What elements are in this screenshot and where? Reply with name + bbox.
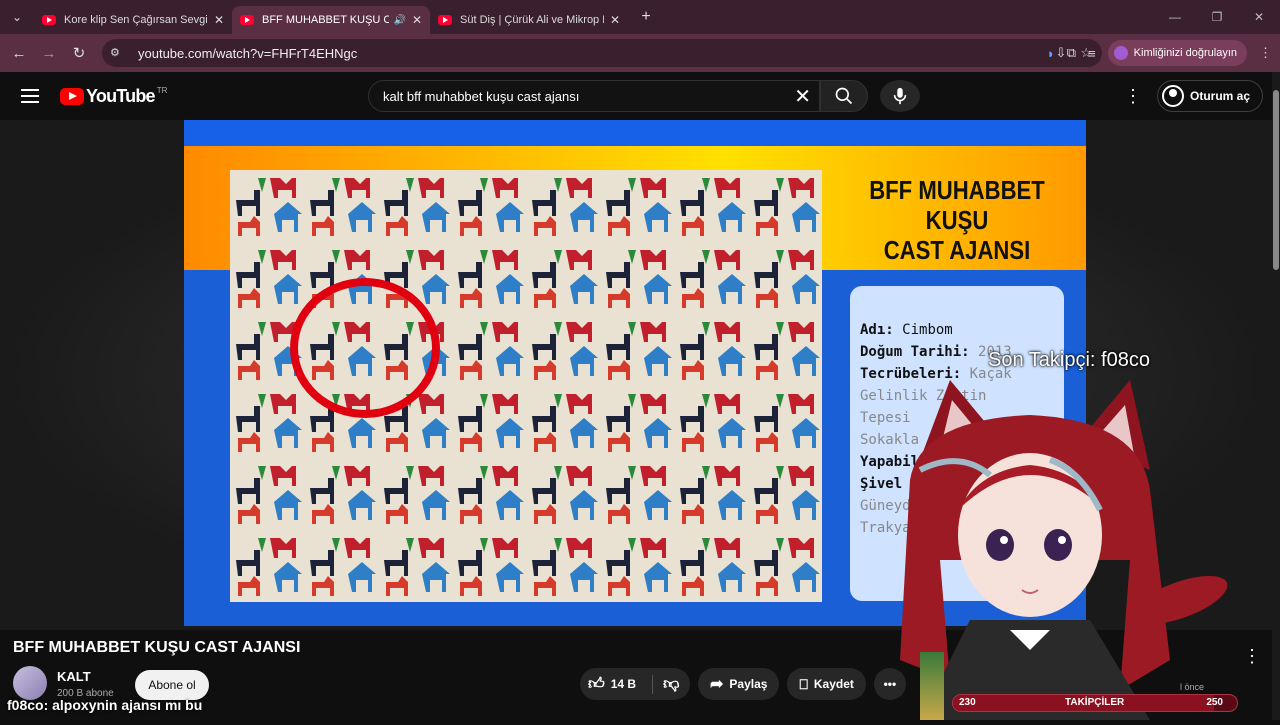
kilim-carpet-image — [230, 170, 822, 602]
card-top-band — [184, 120, 1086, 146]
browser-menu-kebab-icon[interactable]: ⋮ — [1259, 45, 1272, 61]
hamburger-menu-icon[interactable] — [21, 89, 39, 103]
tab-search-chevron-icon[interactable]: ⌄ — [0, 0, 34, 34]
search-box: ✕ — [368, 80, 820, 112]
close-window-icon[interactable]: ✕ — [1238, 0, 1280, 34]
side-thumbnail[interactable] — [920, 652, 944, 720]
clear-search-icon[interactable]: ✕ — [794, 84, 811, 109]
more-vertical-icon[interactable]: ⋮ — [1243, 646, 1261, 667]
youtube-favicon-icon — [42, 15, 56, 25]
extensions-puzzle-icon[interactable]: ⧉ — [1067, 45, 1076, 61]
save-label: Kaydet — [813, 677, 854, 691]
profile-avatar-icon — [1113, 46, 1128, 60]
region-code: TR — [156, 86, 168, 95]
action-bar: 👍︎ 14 B 👎︎ ➦ Paylaş ⎕ Kaydet ••• — [580, 668, 906, 700]
youtube-wordmark: YouTube — [86, 86, 156, 106]
time-ago-text: l önce — [1180, 682, 1205, 692]
red-highlight-circle — [290, 278, 440, 418]
reload-icon[interactable]: ↻ — [64, 44, 94, 62]
card-title-line2: CAST AJANSI — [883, 234, 1031, 265]
save-button[interactable]: ⎕ Kaydet — [787, 668, 866, 700]
youtube-header: YouTube TR ✕ ⋮ Oturum aç — [0, 72, 1280, 120]
scrollbar-thumb[interactable] — [1273, 90, 1279, 270]
more-horizontal-icon: ••• — [883, 677, 897, 691]
youtube-favicon-icon — [240, 15, 254, 25]
extension-tools: ◗ ⧉ ≡ Kimliğinizi doğrulayın ⋮ — [1047, 40, 1272, 66]
translate-extension-icon[interactable]: ◗ — [1047, 46, 1055, 61]
follower-goal-bar: 230 TAKİPÇİLER 250 — [952, 694, 1238, 712]
page-scrollbar[interactable] — [1272, 72, 1280, 720]
info-name-row: Adı: Cimbom — [860, 322, 953, 338]
card-title-line1: BFF MUHABBET KUŞU — [869, 175, 1045, 235]
card-title: BFF MUHABBET KUŞU CAST AJANSI — [851, 175, 1064, 266]
microphone-icon — [893, 87, 907, 105]
maximize-icon[interactable]: ❐ — [1196, 0, 1238, 34]
youtube-play-icon — [60, 88, 84, 105]
search-icon — [835, 87, 853, 105]
channel-name[interactable]: KALT — [57, 669, 91, 684]
channel-avatar[interactable] — [13, 666, 47, 700]
tab-title: BFF MUHABBET KUŞU CAST AJANSI — [262, 14, 390, 26]
goal-label: TAKİPÇİLER — [1065, 697, 1125, 708]
chat-nickname: f08co — [7, 697, 44, 713]
youtube-favicon-icon — [438, 15, 452, 25]
share-label: Paylaş — [729, 677, 768, 691]
profile-verify-button[interactable]: Kimliğinizi doğrulayın — [1107, 40, 1247, 66]
bookmark-icon: ⎕ — [799, 675, 808, 692]
browser-tab-3[interactable]: Süt Diş | Çürük Ali ve Mikrop Nam ✕ — [430, 6, 628, 34]
site-info-icon[interactable]: ⚙ — [110, 46, 126, 60]
share-button[interactable]: ➦ Paylaş — [698, 668, 780, 700]
goal-target: 250 — [1206, 697, 1223, 708]
tab-title: Süt Diş | Çürük Ali ve Mikrop Nam — [460, 14, 604, 26]
browser-tab-1[interactable]: Kore klip Sen Çağırsan Sevgilim ✕ — [34, 6, 232, 34]
share-arrow-icon: ➦ — [710, 676, 724, 693]
video-title: BFF MUHABBET KUŞU CAST AJANSI — [13, 639, 301, 656]
url-text: youtube.com/watch?v=FHFrT4EHNgc — [138, 45, 358, 61]
browser-tab-2[interactable]: BFF MUHABBET KUŞU CAST AJANSI 🔊 ✕ — [232, 6, 430, 34]
dislike-thumb-icon[interactable]: 👎︎ — [652, 674, 679, 694]
media-control-icon[interactable]: ≡ — [1088, 46, 1096, 61]
stream-chat-message: f08co: alpoxynin ajansı mı bu — [7, 697, 202, 713]
sign-in-button[interactable]: Oturum aç — [1157, 80, 1264, 112]
goal-current: 230 — [959, 697, 976, 708]
browser-tab-strip: ⌄ Kore klip Sen Çağırsan Sevgilim ✕ BFF … — [0, 0, 1280, 34]
more-actions-button[interactable]: ••• — [873, 668, 906, 700]
browser-toolbar: ← → ↻ ⚙ youtube.com/watch?v=FHFrT4EHNgc … — [0, 34, 1280, 72]
tab-close-icon[interactable]: ✕ — [412, 13, 422, 27]
account-icon — [1162, 85, 1184, 107]
tab-close-icon[interactable]: ✕ — [610, 13, 620, 27]
speaker-icon[interactable]: 🔊 — [393, 15, 405, 26]
settings-kebab-icon[interactable]: ⋮ — [1124, 84, 1142, 108]
youtube-logo[interactable]: YouTube TR — [60, 86, 167, 107]
forward-arrow-icon[interactable]: → — [34, 45, 64, 62]
search-button[interactable] — [820, 80, 868, 112]
tab-close-icon[interactable]: ✕ — [214, 13, 224, 27]
tab-title: Kore klip Sen Çağırsan Sevgilim — [64, 14, 208, 26]
minimize-icon[interactable]: — — [1154, 0, 1196, 34]
like-dislike-group: 👍︎ 14 B 👎︎ — [580, 668, 690, 700]
address-bar[interactable]: ⚙ youtube.com/watch?v=FHFrT4EHNgc ⇩ ☆ — [102, 39, 1102, 67]
subscribe-button[interactable]: Abone ol — [135, 670, 209, 700]
profile-verify-label: Kimliğinizi doğrulayın — [1133, 47, 1237, 59]
sign-in-label: Oturum aç — [1190, 89, 1251, 103]
chat-text: : alpoxynin ajansı mı bu — [43, 697, 203, 713]
like-thumb-icon[interactable]: 👍︎ — [588, 675, 605, 694]
search-input[interactable] — [383, 88, 783, 104]
back-arrow-icon[interactable]: ← — [4, 45, 34, 62]
new-tab-plus-icon[interactable]: + — [632, 8, 660, 26]
like-count[interactable]: 14 B — [611, 677, 636, 691]
voice-search-button[interactable] — [880, 80, 920, 112]
window-controls: — ❐ ✕ — [1154, 0, 1280, 34]
